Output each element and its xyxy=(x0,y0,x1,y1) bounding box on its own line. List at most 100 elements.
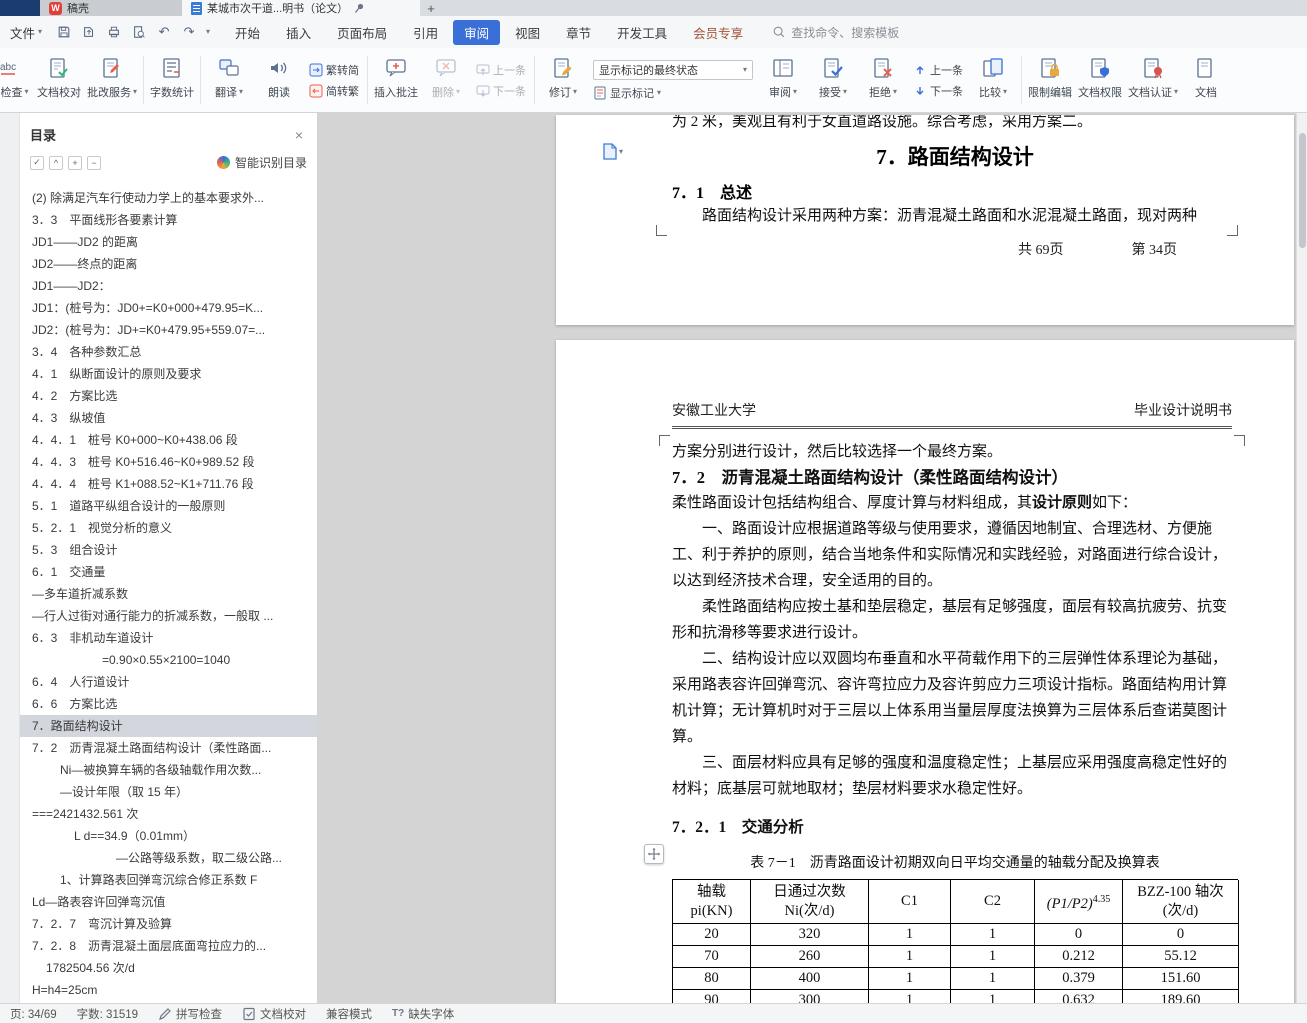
toc-collapse-all-icon[interactable]: − xyxy=(87,155,101,170)
menu-tab-page-layout[interactable]: 页面布局 xyxy=(326,20,398,45)
menu-tab-home[interactable]: 开始 xyxy=(224,20,271,45)
toc-item[interactable]: 4．4．1 桩号 K0+000~K0+438.06 段 xyxy=(20,429,317,451)
insert-comment-button[interactable]: 插入批注 xyxy=(371,48,421,112)
toc-item[interactable]: 4．4．3 桩号 K0+516.46~K0+989.52 段 xyxy=(20,451,317,473)
toc-item[interactable]: 1、计算路表回弹弯沉综合修正系数 F xyxy=(20,869,317,891)
correction-service-button[interactable]: 批改服务 ▾ xyxy=(84,48,140,112)
toc-item[interactable]: —行人过街对通行能力的折减系数，一般取 ... xyxy=(20,605,317,627)
document-canvas[interactable]: 为 2 米，美观且有利于女直道路设施。综合考虑，采用方案二。 7．路面结构设计 … xyxy=(318,113,1307,1003)
prev-change-button[interactable]: 上一条 xyxy=(913,62,963,78)
toc-item[interactable]: Ld—路表容许回弹弯沉值 xyxy=(20,891,317,913)
toc-item[interactable]: 7．路面结构设计 xyxy=(20,715,317,737)
toc-item[interactable]: 1782504.56 次/d xyxy=(20,957,317,979)
toc-item[interactable]: 6．3 非机动车道设计 xyxy=(20,627,317,649)
close-icon[interactable]: × xyxy=(295,127,303,143)
status-proofread[interactable]: 文档校对 xyxy=(242,1006,306,1022)
translate-button[interactable]: 翻译 ▾ xyxy=(204,48,254,112)
doc-cut-button[interactable]: 文档 xyxy=(1181,48,1231,112)
status-compat-mode[interactable]: 兼容模式 xyxy=(326,1006,372,1022)
toc-item[interactable]: JD1——JD2 的距离 xyxy=(20,231,317,253)
toc-item[interactable]: 4．1 纵断面设计的原则及要求 xyxy=(20,363,317,385)
next-change-button[interactable]: 下一条 xyxy=(913,83,963,99)
status-page-indicator[interactable]: 页: 34/69 xyxy=(10,1006,57,1022)
file-menu[interactable]: 文件 ▾ xyxy=(0,23,50,42)
scrollbar-thumb[interactable] xyxy=(1299,133,1306,248)
menu-tab-section[interactable]: 章节 xyxy=(555,20,602,45)
restrict-edit-button[interactable]: 限制编辑 xyxy=(1025,48,1075,112)
redo-icon[interactable]: ↷ xyxy=(181,24,197,40)
toc-collapse-icon[interactable]: ^ xyxy=(49,155,63,170)
toc-item[interactable]: 3．4 各种参数汇总 xyxy=(20,341,317,363)
toc-item[interactable]: 7．2．7 弯沉计算及验算 xyxy=(20,913,317,935)
doc-proofread-button[interactable]: 文档校对 xyxy=(34,48,84,112)
save-icon[interactable] xyxy=(56,24,72,40)
home-tab[interactable] xyxy=(0,0,40,16)
toc-item[interactable]: 6．1 交通量 xyxy=(20,561,317,583)
menu-tab-review[interactable]: 审阅 xyxy=(453,19,501,45)
page-body[interactable]: 方案分别进行设计，然后比较选择一个最终方案。 7．2 沥青混凝土路面结构设计（柔… xyxy=(672,439,1239,1003)
toc-item[interactable]: 4．2 方案比选 xyxy=(20,385,317,407)
toc-item[interactable]: JD2——终点的距离 xyxy=(20,253,317,275)
vertical-scrollbar[interactable] xyxy=(1296,113,1307,1003)
command-search[interactable]: 查找命令、搜索模板 xyxy=(772,24,899,41)
trad-to-simp-button[interactable]: 繁转简 xyxy=(309,62,359,78)
doc-auth-button[interactable]: 文档认证 ▾ xyxy=(1125,48,1181,112)
simp-to-trad-button[interactable]: 简转繁 xyxy=(309,83,359,99)
toc-item[interactable]: 5．1 道路平纵组合设计的一般原则 xyxy=(20,495,317,517)
table-move-handle[interactable] xyxy=(644,844,664,864)
reject-button[interactable]: 拒绝 ▾ xyxy=(858,48,908,112)
tab-document[interactable]: 某城市次干道...明书（论文） xyxy=(182,0,420,16)
smart-toc-button[interactable]: 智能识别目录 xyxy=(216,154,307,171)
tab-gaoke[interactable]: 稿壳 xyxy=(40,0,182,16)
compare-button[interactable]: 比较 ▾ xyxy=(968,48,1018,112)
spell-check-button[interactable]: abc 写检查▾ xyxy=(0,48,34,112)
toc-item[interactable]: H=h4=25cm xyxy=(20,979,317,1001)
document-page-33[interactable]: 为 2 米，美观且有利于女直道路设施。综合考虑，采用方案二。 7．路面结构设计 … xyxy=(556,115,1294,325)
page-quick-menu-button[interactable]: ▾ xyxy=(602,143,623,160)
caret-icon[interactable]: ▾ xyxy=(206,28,210,36)
toc-item[interactable]: 5．2．1 视觉分析的意义 xyxy=(20,517,317,539)
toc-item[interactable]: 4．3 纵坡值 xyxy=(20,407,317,429)
toc-item[interactable]: 6．4 人行道设计 xyxy=(20,671,317,693)
toc-item[interactable]: =0.90×0.55×2100=1040 xyxy=(20,649,317,671)
menu-tab-vip[interactable]: 会员专享 xyxy=(682,20,754,45)
new-tab-button[interactable]: + xyxy=(420,0,442,16)
toc-item[interactable]: 4．4．4 桩号 K1+088.52~K1+711.76 段 xyxy=(20,473,317,495)
status-missing-font[interactable]: T? 缺失字体 xyxy=(392,1006,454,1022)
status-spell-check[interactable]: 拼写检查 xyxy=(158,1006,222,1022)
toc-item[interactable]: ===2421432.561 次 xyxy=(20,803,317,825)
traffic-table[interactable]: 轴载 pi(KN) 日通过次数 Ni(次/d) C1 C2 (P1/P2)4.3… xyxy=(672,879,1239,1003)
markup-state-select[interactable]: 显示标记的最终状态 ▾ xyxy=(593,59,754,80)
review-pane-button[interactable]: 审阅 ▾ xyxy=(758,48,808,112)
toc-expand-all-icon[interactable]: + xyxy=(68,155,82,170)
export-icon[interactable] xyxy=(81,24,97,40)
doc-permission-button[interactable]: 文档权限 xyxy=(1075,48,1125,112)
toc-item[interactable]: 7．2 沥青混凝土路面结构设计（柔性路面... xyxy=(20,737,317,759)
toc-item[interactable]: (2) 除满足汽车行使动力学上的基本要求外... xyxy=(20,187,317,209)
menu-tab-view[interactable]: 视图 xyxy=(504,20,551,45)
toc-checkbox-icon[interactable]: ✓ xyxy=(30,155,44,170)
undo-icon[interactable]: ↶ xyxy=(156,24,172,40)
document-page-34[interactable]: 安徽工业大学 毕业设计说明书 方案分别进行设计，然后比较选择一个最终方案。 7．… xyxy=(556,340,1294,1003)
toc-item[interactable]: JD1：(桩号为：JD0+=K0+000+479.95=K... xyxy=(20,297,317,319)
toc-item[interactable]: JD2：(桩号为：JD+=K0+479.95+559.07=... xyxy=(20,319,317,341)
toc-item[interactable]: 6．6 方案比选 xyxy=(20,693,317,715)
accept-button[interactable]: 接受 ▾ xyxy=(808,48,858,112)
word-count-button[interactable]: 字数统计 xyxy=(147,48,197,112)
read-aloud-button[interactable]: 朗读 xyxy=(254,48,304,112)
delete-comment-button[interactable]: 删除 ▾ xyxy=(421,48,471,112)
pin-icon[interactable] xyxy=(353,2,365,14)
print-icon[interactable] xyxy=(106,24,122,40)
next-comment-button[interactable]: 下一条 xyxy=(476,83,526,99)
toc-item[interactable]: —多车道折减系数 xyxy=(20,583,317,605)
toc-item[interactable]: L d==34.9（0.01mm） xyxy=(20,825,317,847)
status-word-count[interactable]: 字数: 31519 xyxy=(77,1006,138,1022)
track-changes-button[interactable]: 修订 ▾ xyxy=(538,48,588,112)
toc-item[interactable]: 7．2．8 沥青混凝土面层底面弯拉应力的... xyxy=(20,935,317,957)
toc-item[interactable]: 3．3 平面线形各要素计算 xyxy=(20,209,317,231)
menu-tab-dev-tools[interactable]: 开发工具 xyxy=(606,20,678,45)
print-preview-icon[interactable] xyxy=(131,24,147,40)
toc-item[interactable]: —设计年限（取 15 年） xyxy=(20,781,317,803)
toc-item[interactable]: JD1——JD2： xyxy=(20,275,317,297)
prev-comment-button[interactable]: 上一条 xyxy=(476,62,526,78)
